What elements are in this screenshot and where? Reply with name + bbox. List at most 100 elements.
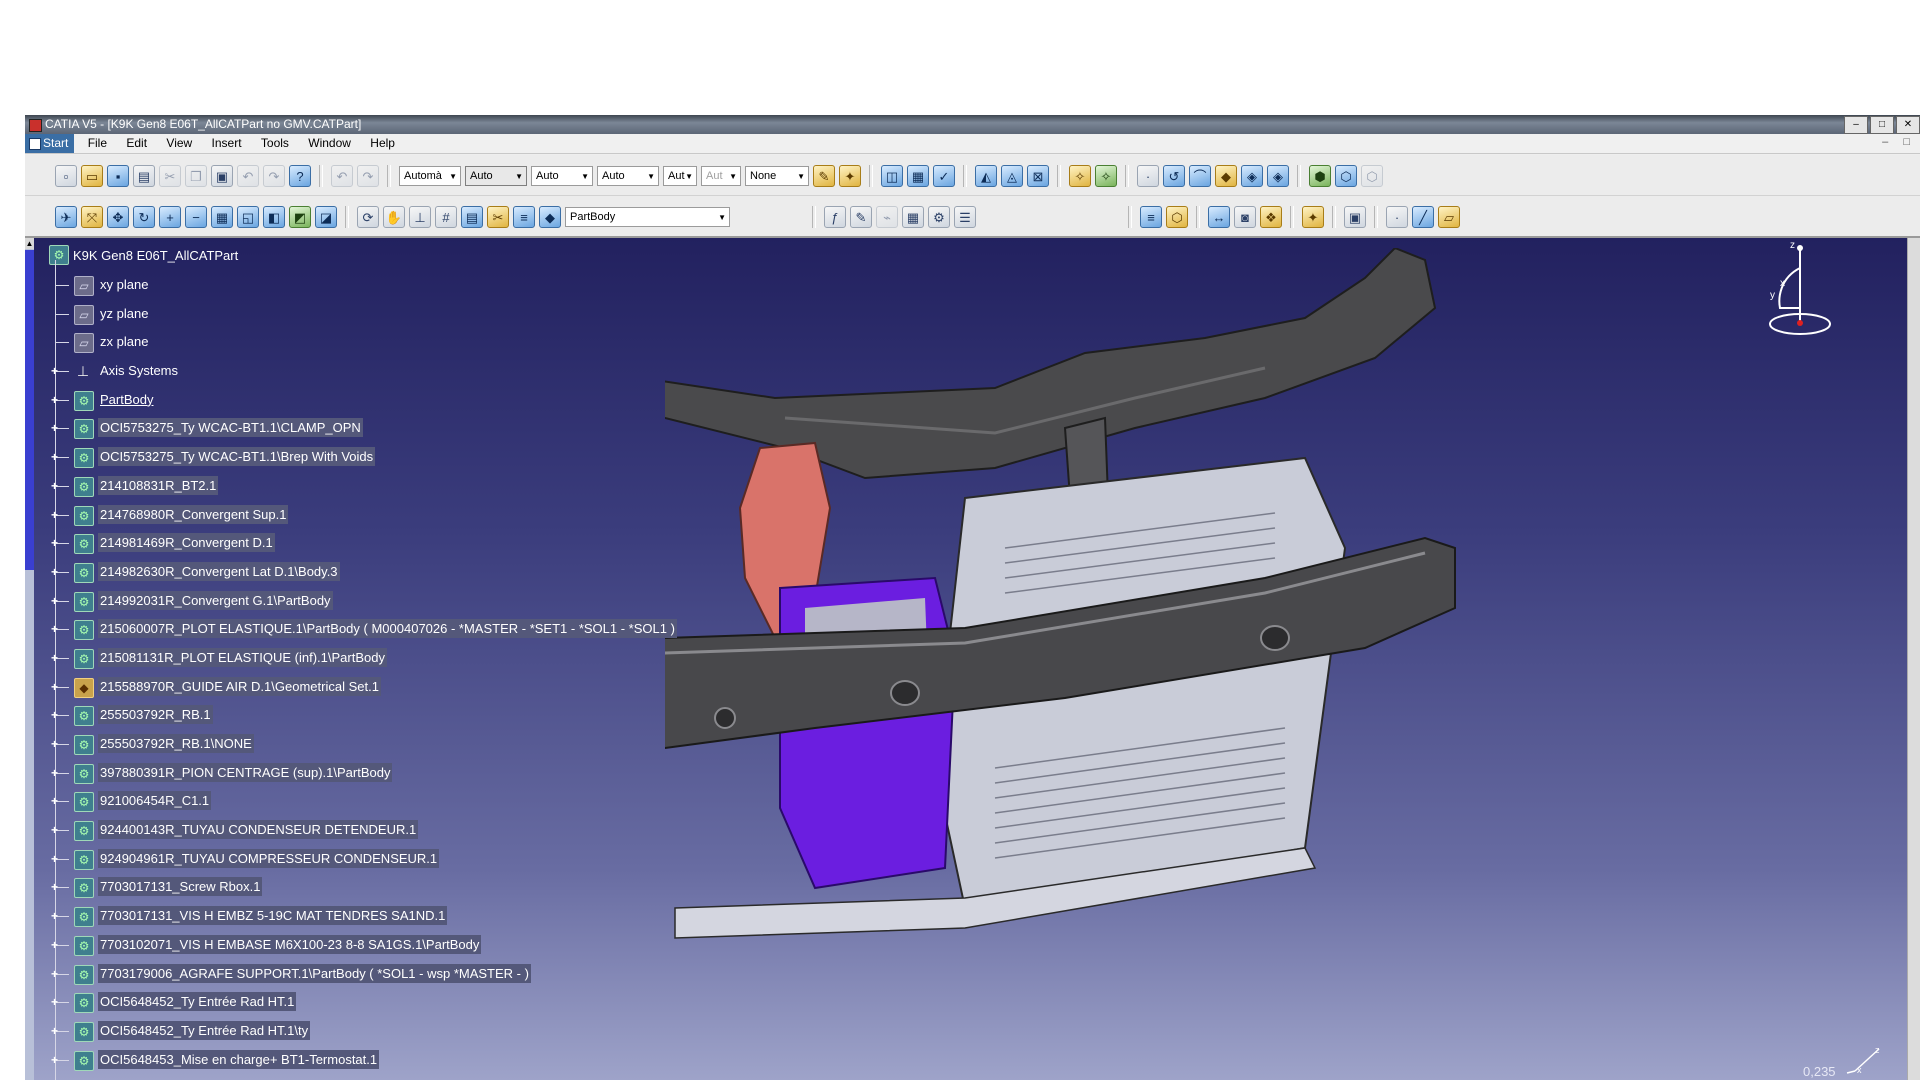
line-icon[interactable]: ╱ [1412,206,1434,228]
expand-icon[interactable]: + [50,1054,59,1066]
check-icon[interactable]: ✓ [933,165,955,187]
tree-item[interactable]: + ⚙ 214981469R_Convergent D.1 [49,529,749,558]
expand-icon[interactable]: + [50,709,59,721]
copy-icon[interactable]: ❐ [185,165,207,187]
expand-icon[interactable]: + [50,394,59,406]
rotate-icon[interactable]: ↻ [133,206,155,228]
plane-icon[interactable]: ▱ [1438,206,1460,228]
arc-icon[interactable]: ↺ [1163,165,1185,187]
menu-window[interactable]: Window [302,134,357,153]
menu-insert[interactable]: Insert [206,134,248,153]
expand-icon[interactable]: + [50,566,59,578]
maximize-button[interactable]: □ [1870,116,1894,134]
tree-item[interactable]: + ⚙ 215081131R_PLOT ELASTIQUE (inf).1\Part… [49,644,749,673]
expand-icon[interactable]: + [50,767,59,779]
print-area-icon[interactable]: ▣ [1344,206,1366,228]
line-type-combo[interactable]: Auto ▼ [465,166,527,186]
expand-icon[interactable]: + [50,652,59,664]
scissors-icon[interactable]: ✂ [487,206,509,228]
whats-this-icon[interactable]: ? [289,165,311,187]
tree-item[interactable]: + ⚙ 255503792R_RB.1 [49,701,749,730]
hide-show-icon[interactable]: ◩ [289,206,311,228]
sketch-icon[interactable]: ✧ [1069,165,1091,187]
tree-item[interactable]: + ⚙ OCI5648452_Ty Entrée Rad HT.1\ty [49,1017,749,1046]
expand-icon[interactable]: + [50,939,59,951]
tree-item[interactable]: + ⚙ 397880391R_PION CENTRAGE (sup).1\PartB… [49,759,749,788]
body-icon[interactable]: ◆ [539,206,561,228]
expand-icon[interactable]: + [50,422,59,434]
new-icon[interactable]: ▫ [55,165,77,187]
menu-tools[interactable]: Tools [255,134,295,153]
analysis-icon[interactable]: ⊠ [1027,165,1049,187]
cut-icon[interactable]: ✂ [159,165,181,187]
list-icon[interactable]: ≡ [513,206,535,228]
expand-icon[interactable]: + [50,681,59,693]
number-icon[interactable]: # [435,206,457,228]
tree-item[interactable]: + ⚙ 924904961R_TUYAU COMPRESSEUR CONDENSEU… [49,845,749,874]
expand-icon[interactable]: + [50,480,59,492]
expand-icon[interactable]: + [50,738,59,750]
measure-icon[interactable]: ↔ [1208,206,1230,228]
layer-filter-combo[interactable]: Aut ▼ [701,166,741,186]
tree-item[interactable]: + ⚙ 214768980R_Convergent Sup.1 [49,501,749,530]
layer-combo[interactable]: None ▼ [745,166,809,186]
tree-scroll-thumb[interactable] [25,250,34,570]
grab-icon[interactable]: ✋ [383,206,405,228]
menu-help[interactable]: Help [364,134,401,153]
tree-item[interactable]: + ⚙ 7703017131_Screw Rbox.1 [49,873,749,902]
menu-start[interactable]: Start [25,134,75,153]
list-view-icon[interactable]: ≡ [1140,206,1162,228]
transparency-combo[interactable]: Aut ▼ [663,166,697,186]
print-icon[interactable]: ▤ [133,165,155,187]
redo-icon[interactable]: ↷ [263,165,285,187]
expand-icon[interactable]: + [50,824,59,836]
fly-mode-icon[interactable]: ✈ [55,206,77,228]
tree-item[interactable]: + ⚙ 7703102071_VIS H EMBASE M6X100-23 8-8 … [49,931,749,960]
menu-view[interactable]: View [160,134,198,153]
tree-item[interactable]: + ⚙ 924400143R_TUYAU CONDENSEUR DETENDEUR.… [49,816,749,845]
line-weight-combo[interactable]: Auto ▼ [531,166,593,186]
color-combo[interactable]: Auto ▼ [597,166,659,186]
boolean-icon[interactable]: ◈ [1267,165,1289,187]
expand-icon[interactable]: + [50,365,59,377]
parameter-icon[interactable]: ⚙ [928,206,950,228]
tree-item[interactable]: + ⚙ 214108831R_BT2.1 [49,472,749,501]
minimize-button[interactable]: – [1844,116,1868,134]
tree-item[interactable]: + ⚙ 214982630R_Convergent Lat D.1\Body.3 [49,558,749,587]
paste-icon[interactable]: ▣ [211,165,233,187]
tree-item[interactable]: ▱ xy plane [49,271,749,300]
fill-icon[interactable]: ◆ [1215,165,1237,187]
iso-view-icon[interactable]: ◱ [237,206,259,228]
comment-icon[interactable]: ✎ [850,206,872,228]
tree-item[interactable]: ▱ yz plane [49,300,749,329]
tree-item[interactable]: + ⚙ OCI5648452_Ty Entrée Rad HT.1 [49,988,749,1017]
menu-edit[interactable]: Edit [120,134,153,153]
sketch-position-icon[interactable]: ✧ [1095,165,1117,187]
document-window-controls[interactable]: – □ [1882,136,1916,148]
zoom-in-icon[interactable]: + [159,206,181,228]
3d-viewport[interactable]: z y x 0,235 z x ▲ ⚙ K9K Gen8 E06T_AllCAT… [25,238,1908,1080]
tree-item[interactable]: + ⚙ 7703017131_VIS H EMBZ 5-19C MAT TENDRE… [49,902,749,931]
tool-icon[interactable]: ✦ [1302,206,1324,228]
current-body-combo[interactable]: PartBody ▼ [565,207,730,227]
expand-icon[interactable]: + [50,996,59,1008]
tree-item[interactable]: + ◆ 215588970R_GUIDE AIR D.1\Geometrical S… [49,673,749,702]
undo-icon[interactable]: ↶ [237,165,259,187]
inertia-icon[interactable]: ◙ [1234,206,1256,228]
redo-history-icon[interactable]: ↷ [357,165,379,187]
open-icon[interactable]: ▭ [81,165,103,187]
formula-icon[interactable]: ƒ [824,206,846,228]
undo-history-icon[interactable]: ↶ [331,165,353,187]
normal-view-icon[interactable]: ▦ [211,206,233,228]
point-mode-combo[interactable]: Automà ▼ [399,166,461,186]
tree-root[interactable]: ⚙ K9K Gen8 E06T_AllCATPart [49,243,238,267]
tree-item[interactable]: + ⚙ OCI5753275_Ty WCAC-BT1.1\Brep With Voi… [49,443,749,472]
tag-icon[interactable]: ❖ [1260,206,1282,228]
tree-item[interactable]: + ⚙ 215060007R_PLOT ELASTIQUE.1\PartBody (… [49,615,749,644]
expand-icon[interactable]: + [50,1025,59,1037]
scroll-up-icon[interactable]: ▲ [25,238,34,249]
close-button[interactable]: ✕ [1896,116,1920,134]
fit-all-icon[interactable]: ⤧ [81,206,103,228]
material-library-icon[interactable]: ⬡ [1335,165,1357,187]
update-icon[interactable]: ⟳ [357,206,379,228]
